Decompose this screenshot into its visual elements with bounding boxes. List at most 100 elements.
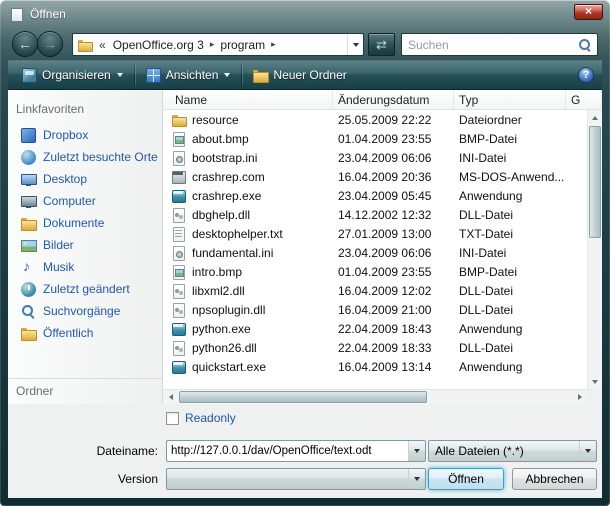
filename-combobox[interactable]	[166, 440, 426, 462]
file-date: 25.05.2009 22:22	[333, 113, 454, 127]
dll-file-icon	[171, 302, 187, 318]
sidebar: Linkfavoriten Dropbox Zuletzt besuchte O…	[8, 90, 163, 404]
address-dropdown-button[interactable]	[347, 34, 363, 55]
column-header-name[interactable]: Name	[163, 90, 333, 109]
help-button[interactable]: ?	[578, 67, 594, 83]
filetype-combobox[interactable]: Alle Dateien (*.*)	[428, 440, 597, 462]
app-file-icon	[171, 321, 187, 337]
search-box[interactable]	[401, 33, 598, 56]
sidebar-item[interactable]: Dokumente	[8, 212, 162, 234]
sidebar-item[interactable]: Suchvorgänge	[8, 300, 162, 322]
sidebar-item[interactable]: Bilder	[8, 234, 162, 256]
column-header-type[interactable]: Typ	[454, 90, 566, 109]
version-dropdown-button[interactable]	[408, 469, 425, 489]
file-row[interactable]: bootstrap.ini 23.04.2009 06:06 INI-Datei	[163, 148, 587, 167]
file-type: Dateiordner	[454, 113, 566, 127]
filename-input[interactable]	[167, 445, 408, 457]
sidebar-item[interactable]: Zuletzt geändert	[8, 278, 162, 300]
breadcrumb-segment[interactable]: program	[216, 38, 269, 52]
views-button[interactable]: Ansichten	[138, 65, 239, 86]
version-label: Version	[8, 472, 158, 486]
sidebar-item[interactable]: Öffentlich	[8, 322, 162, 344]
horizontal-scrollbar-thumb[interactable]	[179, 391, 427, 403]
version-combobox[interactable]	[166, 468, 426, 490]
ini-file-icon	[171, 245, 187, 261]
file-date: 01.04.2009 23:55	[333, 132, 454, 146]
file-date: 14.12.2002 12:32	[333, 208, 454, 222]
sidebar-item-label: Zuletzt besuchte Orte	[43, 150, 158, 164]
file-row[interactable]: libxml2.dll 16.04.2009 12:02 DLL-Datei	[163, 281, 587, 300]
file-name-cell: desktophelper.txt	[163, 226, 333, 242]
organize-button[interactable]: Organisieren	[14, 65, 131, 86]
file-row[interactable]: desktophelper.txt 27.01.2009 13:00 TXT-D…	[163, 224, 587, 243]
scroll-up-button[interactable]	[588, 110, 602, 125]
file-date: 22.04.2009 18:33	[333, 341, 454, 355]
sidebar-item[interactable]: Desktop	[8, 168, 162, 190]
breadcrumb-separator-icon[interactable]: ▸	[208, 39, 217, 50]
new-folder-label: Neuer Ordner	[273, 68, 346, 82]
column-header-size[interactable]: G	[566, 90, 602, 109]
new-folder-button[interactable]: Neuer Ordner	[245, 65, 354, 86]
views-label: Ansichten	[166, 68, 219, 82]
filetype-value: Alle Dateien (*.*)	[429, 444, 579, 458]
cancel-button[interactable]: Abbrechen	[512, 468, 597, 490]
sidebar-item[interactable]: Zuletzt besuchte Orte	[8, 146, 162, 168]
refresh-button[interactable]: ⇄	[368, 33, 395, 56]
forward-button[interactable]: →	[37, 31, 63, 57]
file-name: npsoplugin.dll	[192, 303, 265, 317]
file-date: 23.04.2009 05:45	[333, 189, 454, 203]
dialog-footer: Readonly Dateiname: Alle Dateien (*.*) V…	[8, 404, 602, 498]
file-row[interactable]: quickstart.exe 16.04.2009 13:14 Anwendun…	[163, 357, 587, 376]
back-button[interactable]: ←	[12, 31, 38, 57]
search-icon[interactable]	[578, 38, 592, 52]
toolbar-separator	[241, 65, 242, 85]
file-row[interactable]: fundamental.ini 23.04.2009 06:06 INI-Dat…	[163, 243, 587, 262]
file-type: INI-Datei	[454, 151, 566, 165]
sidebar-item[interactable]: Musik	[8, 256, 162, 278]
chevron-down-icon	[224, 73, 230, 77]
file-row[interactable]: resource 25.05.2009 22:22 Dateiordner	[163, 110, 587, 129]
scroll-down-button[interactable]	[588, 374, 602, 389]
file-row[interactable]: crashrep.exe 23.04.2009 05:45 Anwendung	[163, 186, 587, 205]
arrow-right-icon	[578, 394, 582, 400]
file-row[interactable]: about.bmp 01.04.2009 23:55 BMP-Datei	[163, 129, 587, 148]
scroll-left-button[interactable]	[163, 390, 178, 404]
file-row[interactable]: python.exe 22.04.2009 18:43 Anwendung	[163, 319, 587, 338]
recently-changed-icon	[21, 282, 36, 297]
breadcrumb-overflow-button[interactable]: «	[96, 38, 109, 52]
file-row[interactable]: dbghelp.dll 14.12.2002 12:32 DLL-Datei	[163, 205, 587, 224]
breadcrumb-separator-icon[interactable]: ▸	[269, 39, 278, 50]
open-button[interactable]: Öffnen	[428, 468, 504, 490]
file-name-cell: python26.dll	[163, 340, 333, 356]
sidebar-item[interactable]: Dropbox	[8, 124, 162, 146]
filename-dropdown-button[interactable]	[408, 441, 425, 461]
column-header-date[interactable]: Änderungsdatum	[333, 90, 454, 109]
file-row[interactable]: intro.bmp 01.04.2009 23:55 BMP-Datei	[163, 262, 587, 281]
file-row[interactable]: npsoplugin.dll 16.04.2009 21:00 DLL-Date…	[163, 300, 587, 319]
filetype-dropdown-button[interactable]	[579, 441, 596, 461]
readonly-checkbox[interactable]	[166, 412, 179, 425]
file-row[interactable]: python26.dll 22.04.2009 18:33 DLL-Datei	[163, 338, 587, 357]
file-type: DLL-Datei	[454, 341, 566, 355]
file-name-cell: intro.bmp	[163, 264, 333, 280]
bmp-file-icon	[171, 131, 187, 147]
bmp-file-icon	[171, 264, 187, 280]
file-name-cell: quickstart.exe	[163, 359, 333, 375]
vertical-scrollbar-thumb[interactable]	[589, 126, 601, 238]
sidebar-item-label: Zuletzt geändert	[43, 282, 130, 296]
chevron-down-icon	[414, 449, 420, 453]
file-type: BMP-Datei	[454, 265, 566, 279]
vertical-scrollbar[interactable]	[587, 110, 602, 389]
breadcrumb-segment[interactable]: OpenOffice.org 3	[109, 38, 208, 52]
scroll-right-button[interactable]	[572, 390, 587, 404]
sidebar-item[interactable]: Computer	[8, 190, 162, 212]
organize-label: Organisieren	[42, 68, 111, 82]
folders-expander[interactable]: Ordner	[8, 379, 162, 404]
horizontal-scrollbar[interactable]	[163, 389, 587, 404]
address-bar[interactable]: « OpenOffice.org 3 ▸ program ▸	[72, 33, 364, 56]
close-button[interactable]: ×	[574, 4, 603, 20]
location-folder-icon	[78, 39, 92, 51]
file-name: resource	[192, 113, 239, 127]
file-row[interactable]: crashrep.com 16.04.2009 20:36 MS-DOS-Anw…	[163, 167, 587, 186]
search-input[interactable]	[402, 38, 578, 52]
